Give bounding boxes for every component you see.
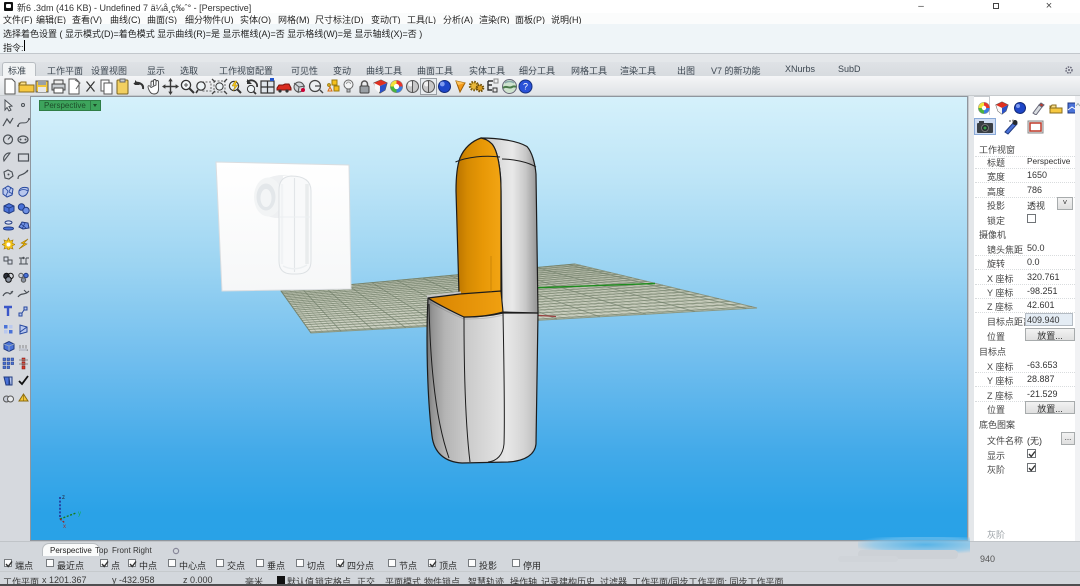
svg-text:z: z [62,495,65,501]
svg-text:x: x [63,524,66,529]
svg-text:y: y [78,511,81,517]
svg-text:?: ? [523,82,528,92]
